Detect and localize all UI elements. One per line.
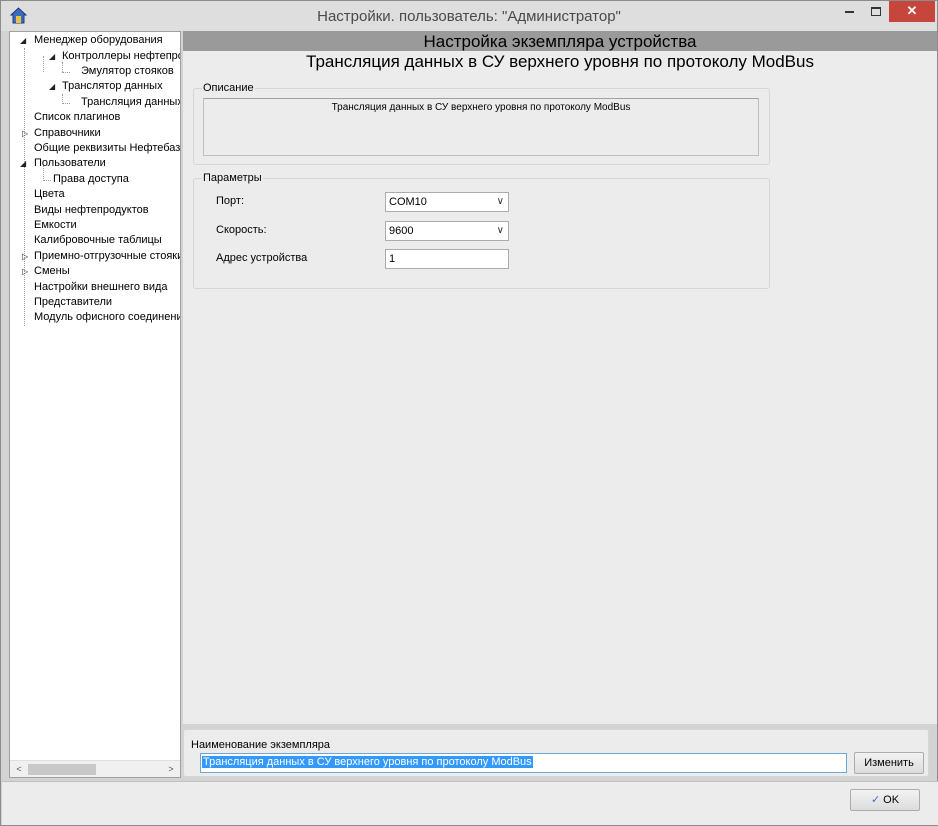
port-select[interactable]: COM10 ∨ [385, 192, 509, 212]
device-address-input[interactable]: 1 [385, 249, 509, 269]
settings-tree-panel: ◢ Менеджер оборудования ◢ Контроллеры не… [9, 31, 181, 778]
parameters-legend: Параметры [202, 172, 263, 184]
port-label: Порт: [216, 195, 244, 207]
tree-item-equipment-manager[interactable]: ◢ Менеджер оборудования [10, 33, 180, 48]
footer-bar: ✓ OK [2, 781, 938, 825]
speed-label: Скорость: [216, 224, 267, 236]
tree-item-office-connection[interactable]: Модуль офисного соединения [10, 310, 180, 325]
speed-select[interactable]: 9600 ∨ [385, 221, 509, 241]
checkmark-icon: ✓ [870, 794, 881, 806]
instance-name-value: Трансляция данных в СУ верхнего уровня п… [202, 756, 533, 768]
tree-item-users[interactable]: ◢ Пользователи [10, 156, 180, 171]
window-title: Настройки. пользователь: "Администратор" [317, 8, 621, 25]
tree-item-label: Смены [34, 265, 70, 277]
tree-item-references[interactable]: ▷ Справочники [10, 126, 180, 141]
tree-item-controllers[interactable]: ◢ Контроллеры нефтепрод [10, 49, 180, 64]
collapse-arrow-icon[interactable]: ◢ [49, 79, 57, 94]
tree-item-data-translator[interactable]: ◢ Транслятор данных [10, 79, 180, 94]
close-icon: ✕ [906, 3, 918, 18]
collapse-arrow-icon[interactable]: ◢ [20, 33, 28, 48]
scroll-right-icon[interactable]: > [164, 763, 178, 776]
chevron-down-icon: ∨ [496, 196, 504, 207]
scrollbar-thumb[interactable] [28, 764, 96, 775]
tree-item-label: Виды нефтепродуктов [34, 204, 149, 216]
tree-item-data-translation[interactable]: Трансляция данных в [10, 95, 180, 110]
tree-item-calibration-tables[interactable]: Калибровочные таблицы [10, 233, 180, 248]
ok-label: OK [883, 794, 900, 806]
tree-item-label: Цвета [34, 188, 65, 200]
tree-item-common-requisites[interactable]: Общие реквизиты Нефтебазы [10, 141, 180, 156]
tree-item-label: Права доступа [53, 173, 129, 185]
page-title: Настройка экземпляра устройства [423, 32, 697, 51]
tree-item-label: Транслятор данных [62, 80, 163, 92]
tree-item-label: Справочники [34, 127, 101, 139]
change-button[interactable]: Изменить [854, 752, 924, 774]
chevron-down-icon: ∨ [496, 225, 504, 236]
device-subtitle: Трансляция данных в СУ верхнего уровня п… [306, 52, 814, 71]
close-button[interactable]: ✕ [889, 1, 935, 22]
minimize-button[interactable] [835, 1, 863, 22]
instance-name-input[interactable]: Трансляция данных в СУ верхнего уровня п… [200, 753, 847, 773]
maximize-button[interactable] [863, 1, 889, 22]
tree-item-shifts[interactable]: ▷ Смены [10, 264, 180, 279]
tree-item-label: Емкости [34, 219, 77, 231]
description-text: Трансляция данных в СУ верхнего уровня п… [203, 98, 759, 156]
tree-item-access-rights[interactable]: Права доступа [10, 172, 180, 187]
tree-item-representatives[interactable]: Представители [10, 295, 180, 310]
tree-item-tanks[interactable]: Емкости [10, 218, 180, 233]
expand-arrow-icon[interactable]: ▷ [22, 126, 30, 141]
tree-item-label: Представители [34, 296, 113, 308]
ok-button[interactable]: ✓ OK [850, 789, 920, 811]
tree-item-rack-emulator[interactable]: Эмулятор стояков [10, 64, 180, 79]
tree-item-label: Общие реквизиты Нефтебазы [34, 142, 180, 154]
scroll-left-icon[interactable]: < [12, 763, 26, 776]
tree-item-label: Менеджер оборудования [34, 34, 163, 46]
tree-item-colors[interactable]: Цвета [10, 187, 180, 202]
device-address-label: Адрес устройства [216, 252, 308, 264]
tree-item-oil-products[interactable]: Виды нефтепродуктов [10, 203, 180, 218]
expand-arrow-icon[interactable]: ▷ [22, 249, 30, 264]
device-settings-panel: Настройка экземпляра устройства Трансляц… [183, 31, 937, 724]
tree-item-label: Приемно-отгрузочные стояки [34, 250, 180, 262]
tree-item-label: Модуль офисного соединения [34, 311, 180, 323]
collapse-arrow-icon[interactable]: ◢ [20, 156, 28, 171]
tree-item-label: Настройки внешнего вида [34, 281, 168, 293]
description-group: Описание Трансляция данных в СУ верхнего… [193, 82, 770, 165]
tree-item-label: Эмулятор стояков [81, 65, 174, 77]
tree-item-plugin-list[interactable]: Список плагинов [10, 110, 180, 125]
instance-name-group: Наименование экземпляра Трансляция данны… [183, 729, 929, 777]
tree-horizontal-scrollbar[interactable]: < > [10, 760, 180, 777]
title-bar: Настройки. пользователь: "Администратор"… [1, 1, 937, 31]
tree-item-label: Контроллеры нефтепрод [62, 50, 180, 62]
instance-name-label: Наименование экземпляра [191, 739, 331, 751]
settings-tree[interactable]: ◢ Менеджер оборудования ◢ Контроллеры не… [10, 32, 180, 760]
port-value: COM10 [389, 196, 427, 208]
parameters-group: Параметры Порт: COM10 ∨ Скорость: 9600 ∨… [193, 172, 770, 289]
tree-item-label: Пользователи [34, 157, 106, 169]
tree-item-label: Калибровочные таблицы [34, 234, 162, 246]
maximize-icon [871, 7, 881, 16]
tree-item-label: Трансляция данных в [81, 95, 180, 110]
header-band: Настройка экземпляра устройства [183, 31, 937, 51]
tree-item-appearance-settings[interactable]: Настройки внешнего вида [10, 280, 180, 295]
tree-item-label: Список плагинов [34, 111, 121, 123]
collapse-arrow-icon[interactable]: ◢ [49, 49, 57, 64]
tree-item-loading-racks[interactable]: ▷ Приемно-отгрузочные стояки [10, 249, 180, 264]
description-legend: Описание [202, 82, 255, 94]
speed-value: 9600 [389, 225, 414, 237]
settings-window: Настройки. пользователь: "Администратор"… [0, 0, 938, 826]
expand-arrow-icon[interactable]: ▷ [22, 264, 30, 279]
minimize-icon [844, 11, 854, 13]
